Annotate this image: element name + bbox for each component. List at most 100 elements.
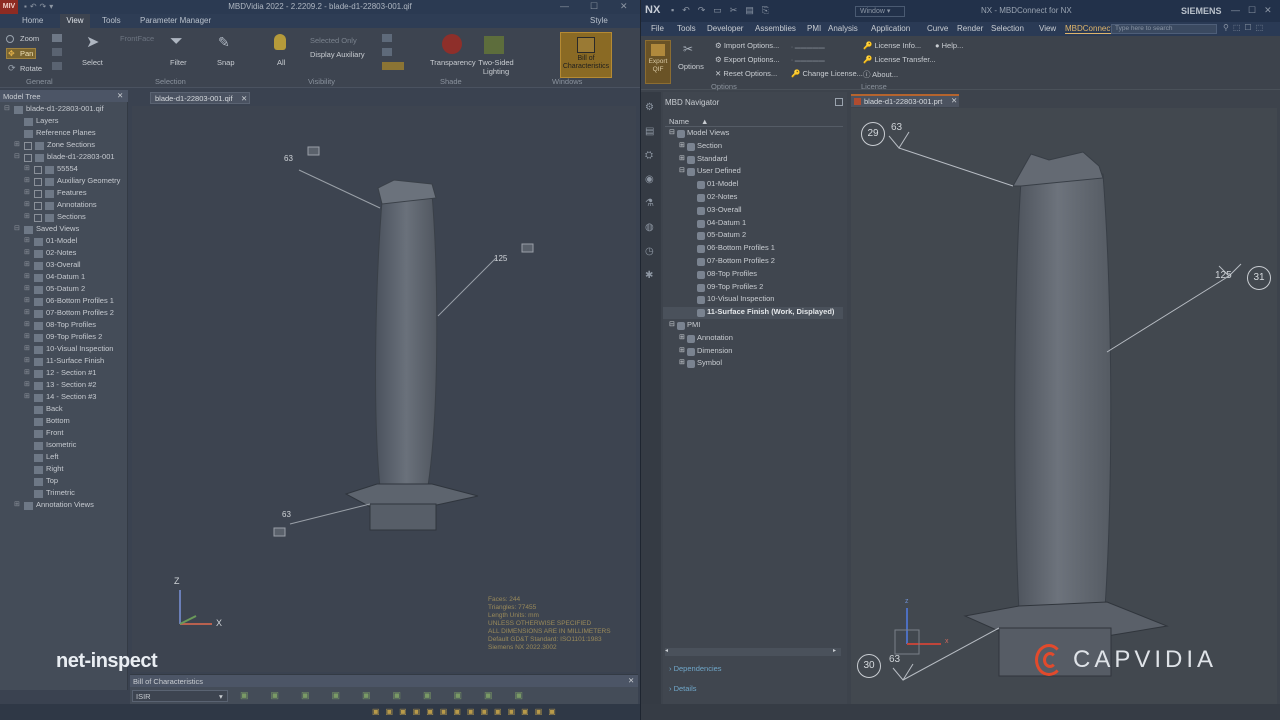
navigator-item[interactable]: ⊟ Model Views	[663, 128, 843, 140]
navigator-item[interactable]: 02-Notes	[663, 192, 843, 204]
model-tree-item[interactable]: Right	[0, 464, 128, 476]
model-tree-item[interactable]: ⊞ 11-Surface Finish	[0, 356, 128, 368]
status-bar-icons[interactable]: ▣▣▣▣▣▣▣▣▣▣▣▣▣▣	[372, 707, 632, 717]
nx-tab-curve[interactable]: Curve	[927, 24, 948, 33]
tab-home[interactable]: Home	[22, 16, 43, 25]
model-tree-item[interactable]: ⊞ 55554	[0, 164, 128, 176]
model-tree-item[interactable]: ⊞ 14 - Section #3	[0, 392, 128, 404]
navigator-item[interactable]: ⊞ Dimension	[663, 346, 843, 358]
rotate-button[interactable]: Rotate	[20, 64, 42, 73]
navigator-toggle-icon[interactable]: ⊟	[669, 320, 675, 328]
model-tree-item[interactable]: Layers	[0, 116, 128, 128]
navigator-toggle-icon[interactable]: ⊞	[679, 346, 685, 354]
style-dropdown[interactable]: Style	[590, 16, 608, 25]
navigator-item[interactable]: ⊞ Annotation	[663, 333, 843, 345]
nx-surface-finish-125[interactable]: 125	[1215, 270, 1232, 281]
expand-toggle-icon[interactable]: ⊞	[14, 140, 20, 148]
display-auxiliary-toggle[interactable]: Display Auxiliary	[310, 50, 365, 59]
expand-toggle-icon[interactable]: ⊞	[24, 332, 30, 340]
expand-toggle-icon[interactable]: ⊞	[24, 248, 30, 256]
nx-logo[interactable]: NX	[645, 4, 660, 16]
model-tree-item[interactable]: ⊞ 13 - Section #2	[0, 380, 128, 392]
expand-toggle-icon[interactable]: ⊞	[24, 164, 30, 172]
model-tree-item[interactable]: Top	[0, 476, 128, 488]
options-button[interactable]: Options	[678, 62, 704, 71]
navigator-item[interactable]: ⊞ Symbol	[663, 358, 843, 370]
model-tree-item[interactable]: ⊞ 06-Bottom Profiles 1	[0, 296, 128, 308]
nx-tab-render[interactable]: Render	[957, 24, 983, 33]
help-button[interactable]: ● Help...	[935, 41, 963, 50]
model-tree-item[interactable]: ⊞ 02-Notes	[0, 248, 128, 260]
license-info-button[interactable]: 🔑 License Info...	[863, 41, 921, 50]
nx-tab-file[interactable]: File	[651, 24, 664, 33]
model-tree-item[interactable]: ⊞ 12 - Section #1	[0, 368, 128, 380]
expand-toggle-icon[interactable]: ⊞	[24, 176, 30, 184]
expand-toggle-icon[interactable]: ⊟	[14, 152, 20, 160]
tab-parameter-manager[interactable]: Parameter Manager	[140, 16, 211, 25]
navigator-item[interactable]: 07-Bottom Profiles 2	[663, 256, 843, 268]
navigator-maximize-icon[interactable]	[835, 98, 843, 106]
zoom-button[interactable]: Zoom	[20, 34, 39, 43]
nx-tab-assemblies[interactable]: Assemblies	[755, 24, 796, 33]
model-tree-item[interactable]: ⊞ Sections	[0, 212, 128, 224]
expand-toggle-icon[interactable]: ⊞	[24, 320, 30, 328]
tab-view[interactable]: View	[60, 14, 90, 28]
change-license-button[interactable]: 🔑 Change License...	[791, 69, 863, 78]
model-tree-item[interactable]: Bottom	[0, 416, 128, 428]
expand-toggle-icon[interactable]: ⊞	[24, 356, 30, 364]
model-tree-item[interactable]: ⊞ 09-Top Profiles 2	[0, 332, 128, 344]
model-tree-item[interactable]: Isometric	[0, 440, 128, 452]
nx-surface-finish-63-top[interactable]: 63	[891, 122, 902, 133]
model-tree-item[interactable]: ⊟ Saved Views	[0, 224, 128, 236]
nx-tab-application[interactable]: Application	[871, 24, 910, 33]
visibility-checkbox[interactable]	[24, 154, 32, 162]
nx-viewport[interactable]: 29 63 31 125 30 63 z x CAPVIDIA	[851, 108, 1277, 704]
expand-toggle-icon[interactable]: ⊟	[14, 224, 20, 232]
model-tree-item[interactable]: ⊞ 08-Top Profiles	[0, 320, 128, 332]
two-sided-lighting-button[interactable]: Two-Sided Lighting	[476, 58, 516, 76]
model-tree-item[interactable]: Back	[0, 404, 128, 416]
model-tree-item[interactable]: ⊞ 05-Datum 2	[0, 284, 128, 296]
resource-bar-icons[interactable]: ⚙ ▤ ⛭ ◉ ⚗ ◍ ◷ ✱	[645, 96, 657, 296]
navigator-toggle-icon[interactable]: ⊟	[679, 166, 685, 174]
nx-document-tab[interactable]: blade-d1-22803-001.prt ✕	[851, 94, 959, 107]
bill-of-characteristics-button[interactable]: Bill of Characteristics	[560, 32, 612, 78]
nx-tab-analysis[interactable]: Analysis	[828, 24, 858, 33]
navigator-item[interactable]: ⊟ PMI	[663, 320, 843, 332]
navigator-item[interactable]: 04-Datum 1	[663, 218, 843, 230]
navigator-toggle-icon[interactable]: ⊞	[679, 154, 685, 162]
nx-surface-finish-63-bottom[interactable]: 63	[889, 654, 900, 665]
expand-toggle-icon[interactable]: ⊞	[24, 200, 30, 208]
navigator-item[interactable]: 05-Datum 2	[663, 230, 843, 242]
filter-button[interactable]: Filter	[170, 58, 187, 67]
view-mini-icons[interactable]	[52, 34, 66, 74]
boc-toolbar-icons[interactable]: ▣▣▣▣▣▣▣▣▣▣	[240, 690, 620, 702]
expand-toggle-icon[interactable]: ⊞	[24, 368, 30, 376]
export-options-button[interactable]: ⚙ Export Options...	[715, 55, 780, 64]
window-menu-dropdown[interactable]: Window ▾	[855, 6, 905, 17]
dependencies-panel[interactable]: › Dependencies	[669, 664, 722, 673]
model-tree-item[interactable]: ⊞ 10-Visual Inspection	[0, 344, 128, 356]
model-tree-item[interactable]: ⊞ Auxiliary Geometry	[0, 176, 128, 188]
expand-toggle-icon[interactable]: ⊞	[24, 344, 30, 352]
nx-tab-selection[interactable]: Selection	[991, 24, 1024, 33]
expand-toggle-icon[interactable]: ⊞	[24, 296, 30, 304]
boc-combo[interactable]: ISIR ▾	[132, 690, 228, 702]
document-tab-close-icon[interactable]: ✕	[241, 94, 247, 103]
model-tree-item[interactable]: Trimetric	[0, 488, 128, 500]
visibility-checkbox[interactable]	[34, 214, 42, 222]
navigator-item[interactable]: 06-Bottom Profiles 1	[663, 243, 843, 255]
navigator-item[interactable]: 09-Top Profiles 2	[663, 282, 843, 294]
selected-only-toggle[interactable]: Selected Only	[310, 36, 357, 45]
nx-tab-mbdconnect[interactable]: MBDConnect	[1065, 24, 1113, 34]
visibility-checkbox[interactable]	[34, 190, 42, 198]
document-tab[interactable]: blade-d1-22803-001.qif ✕	[150, 92, 250, 104]
show-all-button[interactable]: All	[277, 58, 285, 67]
license-transfer-button[interactable]: 🔑 License Transfer...	[863, 55, 936, 64]
nx-search-input[interactable]: Type here to search	[1111, 24, 1217, 34]
nx-tab-developer[interactable]: Developer	[707, 24, 743, 33]
characteristic-bubble-29[interactable]: 29	[861, 122, 885, 146]
about-button[interactable]: ⓘ About...	[863, 69, 898, 80]
navigator-item[interactable]: ⊞ Section	[663, 141, 843, 153]
nx-quick-access-toolbar[interactable]: ▪↶↷▭✂▤⎘	[671, 5, 811, 16]
